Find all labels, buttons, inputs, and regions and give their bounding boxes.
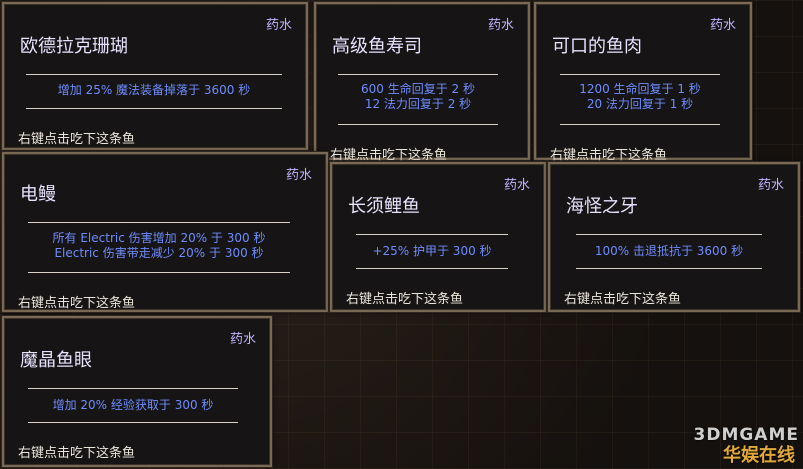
item-type: 药水 <box>757 178 784 193</box>
tooltip-card-coral: 欧德拉克珊瑚 药水 增加 25% 魔法装备掉落于 3600 秒 右键点击吃下这条… <box>1 1 309 151</box>
item-type: 药水 <box>709 18 736 33</box>
separator-top <box>338 74 498 75</box>
item-effects: 增加 25% 魔法装备掉落于 3600 秒 <box>26 83 282 98</box>
effect-line: Electric 伤害带走减少 20% 于 300 秒 <box>54 246 264 260</box>
item-effects: 600 生命回复于 2 秒 12 法力回复于 2 秒 <box>338 82 498 112</box>
tooltip-card-crystal-eye: 魔晶鱼眼 药水 增加 20% 经验获取于 300 秒 右键点击吃下这条鱼 <box>1 315 273 468</box>
separator-bottom <box>560 124 720 125</box>
tooltip-card-carp: 长须鲤鱼 药水 +25% 护甲于 300 秒 右键点击吃下这条鱼 <box>329 161 547 313</box>
effect-line: +25% 护甲于 300 秒 <box>372 244 492 258</box>
item-title: 魔晶鱼眼 <box>20 350 92 371</box>
effect-line: 600 生命回复于 2 秒 <box>361 82 475 96</box>
consume-hint: 右键点击吃下这条鱼 <box>330 148 448 163</box>
item-effects: 1200 生命回复于 1 秒 20 法力回复于 1 秒 <box>560 82 720 112</box>
item-title: 长须鲤鱼 <box>348 196 420 217</box>
separator-top <box>560 74 720 75</box>
item-effects: 100% 击退抵抗于 3600 秒 <box>576 244 762 259</box>
consume-hint: 右键点击吃下这条鱼 <box>18 296 136 311</box>
tooltip-card-fish-meat: 可口的鱼肉 药水 1200 生命回复于 1 秒 20 法力回复于 1 秒 右键点… <box>533 1 753 163</box>
effect-line: 增加 20% 经验获取于 300 秒 <box>52 398 214 412</box>
consume-hint: 右键点击吃下这条鱼 <box>564 292 682 307</box>
separator-top <box>28 388 238 389</box>
separator-top <box>26 74 282 75</box>
consume-hint: 右键点击吃下这条鱼 <box>18 132 136 147</box>
separator-top <box>576 234 762 235</box>
item-title: 电鳗 <box>20 184 56 205</box>
effect-line: 12 法力回复于 2 秒 <box>364 97 472 111</box>
tooltip-card-eel: 电鳗 药水 所有 Electric 伤害增加 20% 于 300 秒 Elect… <box>1 151 329 313</box>
separator-bottom <box>28 272 290 273</box>
watermark-huayu: 华娱在线 <box>723 445 795 466</box>
separator-bottom <box>338 124 498 125</box>
separator-bottom <box>576 268 762 269</box>
item-title: 海怪之牙 <box>566 196 638 217</box>
item-type: 药水 <box>285 168 312 183</box>
item-type: 药水 <box>265 18 292 33</box>
item-type: 药水 <box>487 18 514 33</box>
item-effects: 所有 Electric 伤害增加 20% 于 300 秒 Electric 伤害… <box>28 231 290 261</box>
item-type: 药水 <box>503 178 530 193</box>
item-effects: 增加 20% 经验获取于 300 秒 <box>28 398 238 413</box>
effect-line: 增加 25% 魔法装备掉落于 3600 秒 <box>57 83 251 97</box>
consume-hint: 右键点击吃下这条鱼 <box>550 148 668 163</box>
effect-line: 20 法力回复于 1 秒 <box>586 97 694 111</box>
effect-line: 100% 击退抵抗于 3600 秒 <box>594 244 744 258</box>
separator-bottom <box>356 268 508 269</box>
separator-bottom <box>26 108 282 109</box>
consume-hint: 右键点击吃下这条鱼 <box>18 446 136 461</box>
tooltip-card-kraken-tooth: 海怪之牙 药水 100% 击退抵抗于 3600 秒 右键点击吃下这条鱼 <box>547 161 801 313</box>
effect-line: 1200 生命回复于 1 秒 <box>579 82 701 96</box>
separator-top <box>28 222 290 223</box>
item-title: 可口的鱼肉 <box>552 36 642 57</box>
item-type: 药水 <box>229 332 256 347</box>
consume-hint: 右键点击吃下这条鱼 <box>346 292 464 307</box>
item-effects: +25% 护甲于 300 秒 <box>356 244 508 259</box>
separator-bottom <box>28 422 238 423</box>
separator-top <box>356 234 508 235</box>
item-title: 高级鱼寿司 <box>332 36 422 57</box>
tooltip-card-sushi: 高级鱼寿司 药水 600 生命回复于 2 秒 12 法力回复于 2 秒 右键点击… <box>313 1 531 163</box>
effect-line: 所有 Electric 伤害增加 20% 于 300 秒 <box>52 231 266 245</box>
item-title: 欧德拉克珊瑚 <box>20 36 128 57</box>
